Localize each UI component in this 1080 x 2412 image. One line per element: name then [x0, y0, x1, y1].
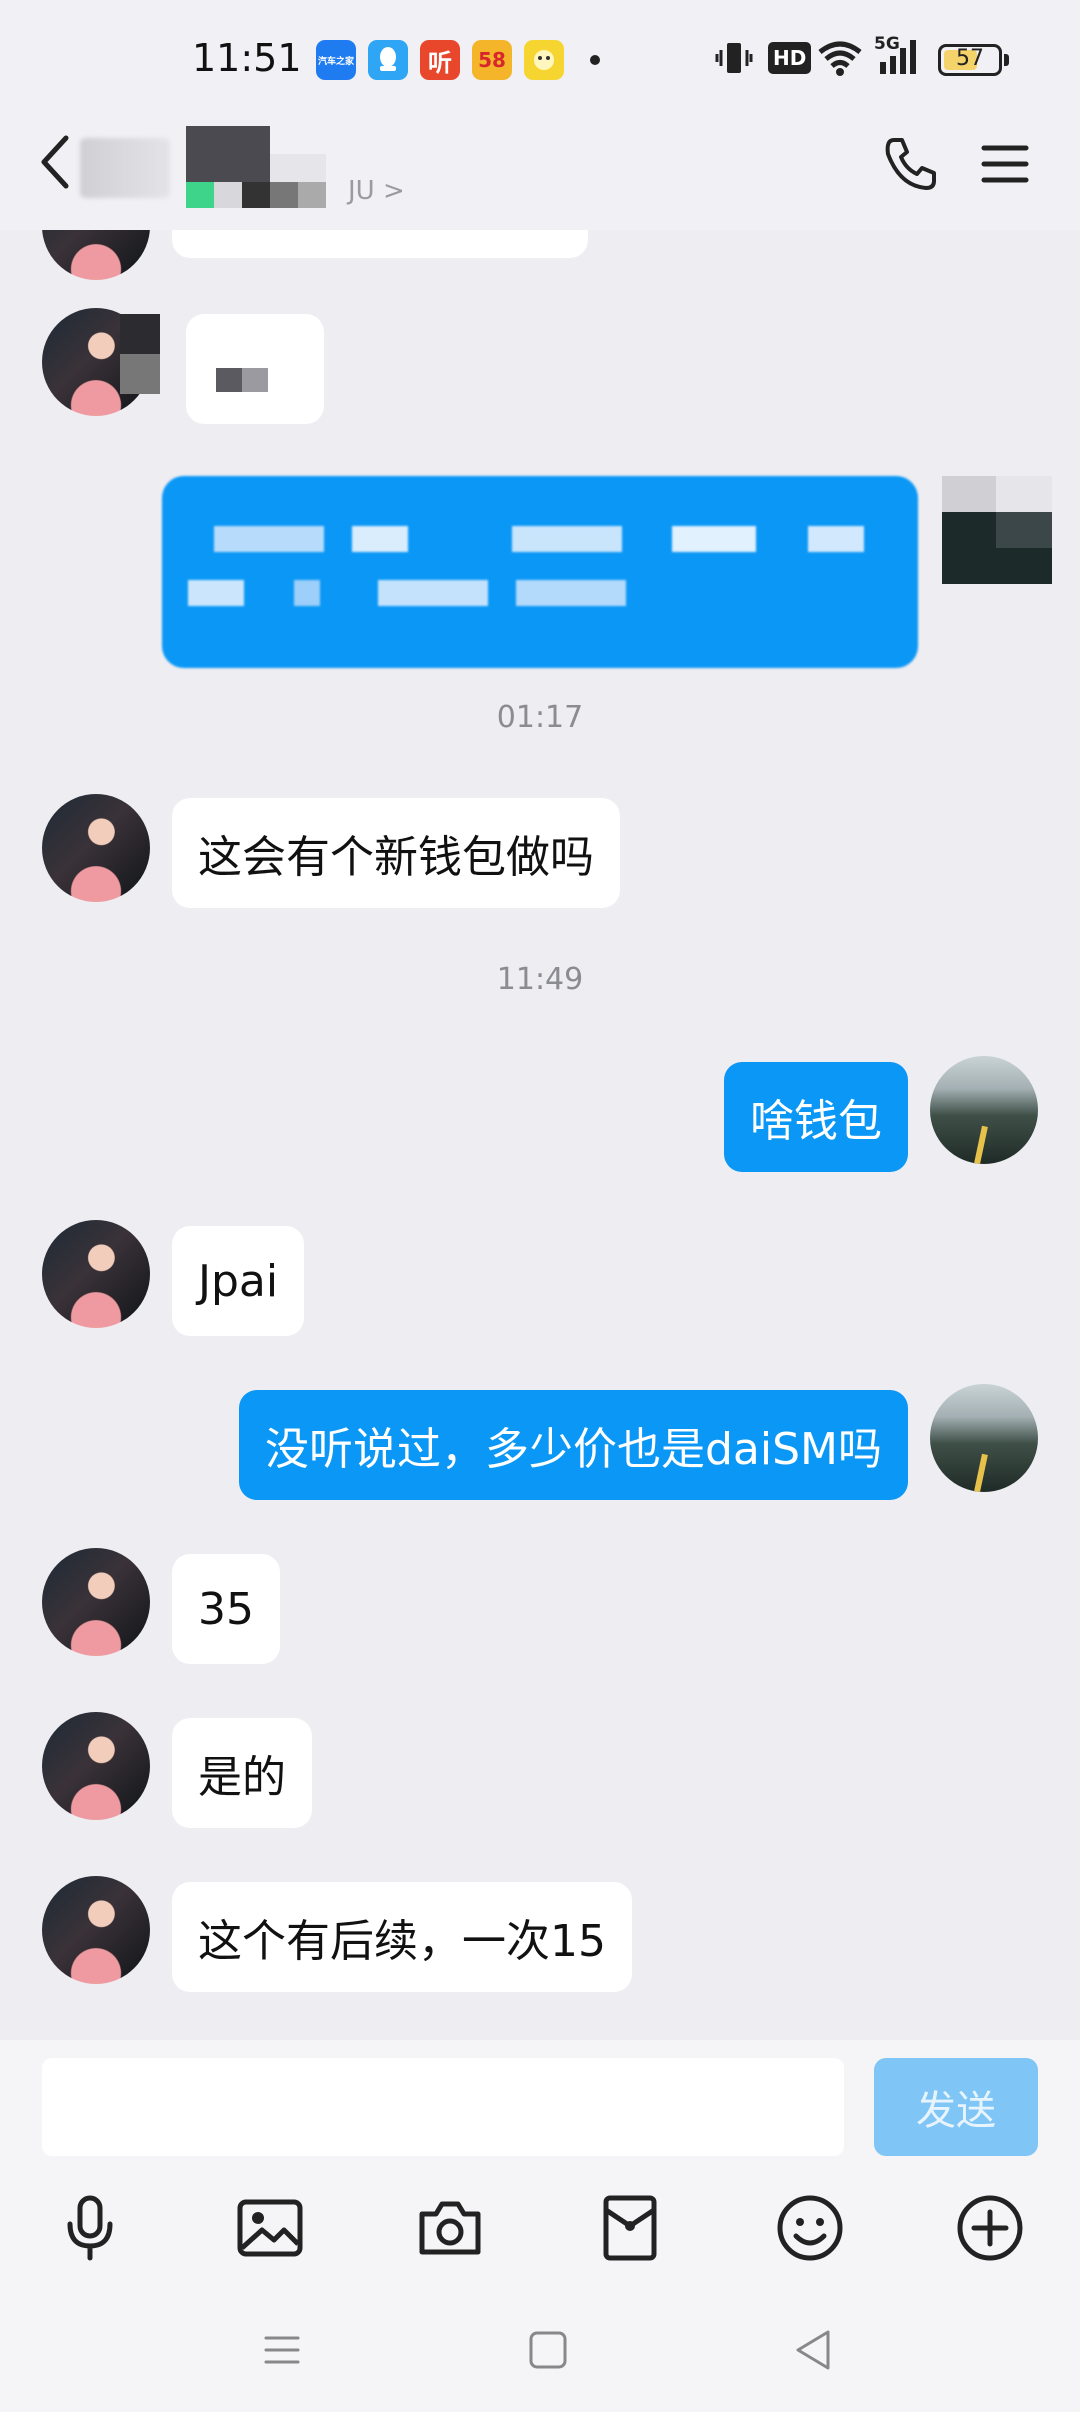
contact-avatar[interactable]: [42, 1548, 150, 1656]
message-bubble-redacted-out[interactable]: [162, 476, 918, 668]
message-bubble[interactable]: 这会有个新钱包做吗: [172, 798, 620, 908]
message-input[interactable]: [42, 2058, 844, 2156]
contact-avatar[interactable]: [42, 1220, 150, 1328]
message-bubble[interactable]: 啥钱包: [724, 1062, 908, 1172]
chat-area[interactable]: 01:17 这会有个新钱包做吗 11:49 啥钱包 Jpai 没听说过，多少价也…: [0, 230, 1080, 2040]
ting-app-icon: 听: [420, 40, 460, 80]
hd-icon: HD: [768, 36, 812, 80]
red-packet-icon[interactable]: [594, 2192, 666, 2264]
microphone-icon[interactable]: [54, 2192, 126, 2264]
timestamp: 11:49: [496, 962, 584, 997]
plus-icon[interactable]: [954, 2192, 1026, 2264]
yellow-app-icon: [524, 40, 564, 80]
signal-icon: 5G: [874, 34, 926, 80]
message-bubble-redacted[interactable]: [186, 314, 324, 424]
message-bubble[interactable]: Jpai: [172, 1226, 305, 1336]
message-bubble[interactable]: 是的: [172, 1718, 312, 1828]
contact-avatar[interactable]: [42, 1712, 150, 1820]
contact-avatar[interactable]: [42, 1876, 150, 1984]
back-icon[interactable]: [36, 132, 76, 192]
message-bubble[interactable]: 这个有后续，一次15: [172, 1882, 632, 1992]
self-avatar-redacted[interactable]: [942, 476, 1052, 584]
self-avatar[interactable]: [930, 1384, 1038, 1492]
home-icon[interactable]: [518, 2320, 578, 2380]
battery-level: 57: [956, 46, 984, 71]
contact-name-blurred[interactable]: [80, 138, 170, 198]
back-nav-icon[interactable]: [784, 2320, 844, 2380]
pixelated-overlay: [120, 314, 160, 400]
battery-icon: 57: [938, 44, 1002, 76]
emoji-icon[interactable]: [774, 2192, 846, 2264]
notification-dot: [590, 55, 600, 65]
contact-avatar[interactable]: [42, 230, 150, 280]
menu-icon[interactable]: [980, 142, 1030, 186]
timestamp: 01:17: [496, 700, 584, 735]
status-time: 11:51: [192, 36, 302, 80]
hd-label: HD: [768, 42, 812, 74]
contact-avatar[interactable]: [42, 794, 150, 902]
phone-icon[interactable]: [880, 134, 940, 194]
contact-subtitle[interactable]: JU >: [348, 176, 405, 206]
recent-apps-icon[interactable]: [252, 2320, 312, 2380]
network-label: 5G: [874, 34, 900, 54]
self-avatar[interactable]: [930, 1056, 1038, 1164]
camera-icon[interactable]: [414, 2192, 486, 2264]
image-icon[interactable]: [234, 2192, 306, 2264]
message-bubble[interactable]: 没听说过，多少价也是daiSM吗: [238, 1390, 908, 1500]
autohome-app-icon: 汽车之家: [316, 40, 356, 80]
qq-app-icon: [368, 40, 408, 80]
vibrate-icon: [714, 36, 754, 80]
send-button[interactable]: 发送: [874, 2058, 1038, 2156]
58-app-icon: 58: [472, 40, 512, 80]
message-bubble[interactable]: 35: [172, 1554, 280, 1664]
toolbar: [0, 2160, 1080, 2290]
contact-name-pixelated[interactable]: [186, 126, 326, 208]
wifi-icon: [816, 36, 864, 80]
message-bubble-cutoff[interactable]: [172, 230, 588, 258]
battery-tip: [1004, 54, 1009, 66]
